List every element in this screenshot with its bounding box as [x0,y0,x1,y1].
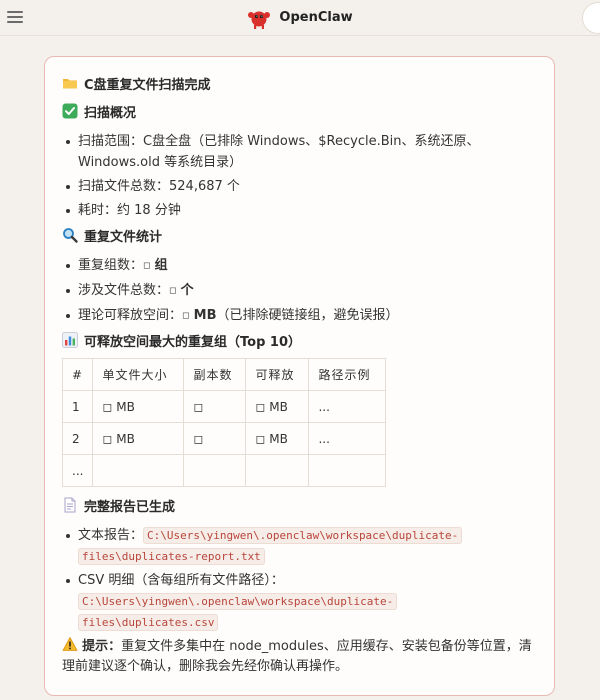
box-glyph: ◻ [182,311,190,321]
message-card: C盘重复文件扫描完成 扫描概况 扫描范围：C盘全盘（已排除 Windows、$R… [44,56,555,696]
table-cell: 2 [61,422,94,455]
folder-icon [63,79,77,89]
column-header: 单文件大小 [92,358,185,391]
stats-heading-text: 重复文件统计 [84,229,163,245]
magnifier-icon [63,228,78,243]
stats-list: 重复组数：◻ 组 涉及文件总数：◻ 个 理论可释放空间：◻ MB（已排除硬链接组… [62,255,538,327]
column-header: 路径示例 [308,358,387,391]
list-item: 扫描范围：C盘全盘（已排除 Windows、$Recycle.Bin、系统还原、… [62,131,538,173]
top-heading: 可释放空间最大的重复组（Top 10） [62,330,538,350]
table-cell: ◻ MB [245,390,310,423]
item-label: 涉及文件总数： [78,283,170,298]
column-header: 副本数 [183,358,247,391]
overview-heading-text: 扫描概况 [84,105,137,121]
item-label: 重复组数： [78,258,144,273]
report-heading: 完整报告已生成 [62,495,538,515]
tip-note: 提示：重复文件多集中在 node_modules、应用缓存、安装包备份等位置，清… [62,636,538,677]
list-item: 涉及文件总数：◻ 个 [62,280,538,302]
text-report-path[interactable]: C:\Users\yingwen\.openclaw\workspace\dup… [143,527,463,544]
csv-report-path-cont[interactable]: files\duplicates.csv [78,614,219,631]
table-cell: ◻ [183,422,247,455]
csv-report-path[interactable]: C:\Users\yingwen\.openclaw\workspace\dup… [78,593,398,610]
table-cell: ◻ MB [245,422,310,455]
list-item: CSV 明细（含每组所有文件路径）： C:\Users\yingwen\.ope… [62,570,538,633]
top-heading-text: 可释放空间最大的重复组（Top 10） [84,334,301,350]
report-list: 文本报告： C:\Users\yingwen\.openclaw\workspac… [62,525,538,633]
bar-chart-icon [62,332,78,348]
text-report-path-cont[interactable]: files\duplicates-report.txt [78,548,265,565]
item-value: 约 18 分钟 [117,203,181,218]
item-note: （已排除硬链接组，避免误报） [216,308,399,323]
table-cell: ◻ [183,390,247,423]
list-item: 重复组数：◻ 组 [62,255,538,277]
column-header: 可释放 [245,358,310,391]
table-cell: ◻ MB [92,422,185,455]
table-cell [308,454,387,487]
table-cell [183,454,247,487]
box-glyph: ◻ [143,261,151,271]
table-header-row: # 单文件大小 副本数 可释放 路径示例 [61,358,387,391]
item-unit: 个 [180,283,194,298]
box-glyph: ◻ [169,286,177,296]
top-bar: OpenClaw [0,0,600,36]
item-unit: MB [193,308,217,323]
table-cell: ... [308,422,387,455]
table-row: ... [61,454,387,487]
brand: OpenClaw [247,7,353,29]
overview-heading: 扫描概况 [62,101,538,121]
table-cell: 1 [61,390,94,423]
csv-report-label: CSV 明细（含每组所有文件路径）： [78,573,284,588]
corner-button[interactable] [582,2,600,34]
red-crab-logo-icon [248,11,271,29]
list-item: 文本报告： C:\Users\yingwen\.openclaw\workspac… [62,525,538,567]
list-item: 扫描文件总数：524,687 个 [62,176,538,197]
table-row: 2 ◻ MB ◻ ◻ MB ... [61,422,387,455]
card-title: C盘重复文件扫描完成 [62,73,538,93]
tip-label: 提示： [82,639,122,654]
top-groups-table: # 单文件大小 副本数 可释放 路径示例 1 ◻ MB ◻ ◻ MB ... 2… [61,358,387,487]
table-cell [245,454,310,487]
text-report-label: 文本报告： [78,528,144,543]
overview-list: 扫描范围：C盘全盘（已排除 Windows、$Recycle.Bin、系统还原、… [62,131,538,221]
column-header: # [61,358,94,391]
table-row: 1 ◻ MB ◻ ◻ MB ... [61,390,387,423]
document-icon [64,497,76,513]
table-cell: ◻ MB [92,390,185,423]
tip-text: 重复文件多集中在 node_modules、应用缓存、安装包备份等位置，清理前建… [62,639,532,674]
item-unit: 组 [154,258,168,273]
card-title-text: C盘重复文件扫描完成 [84,77,211,93]
item-label: 扫描范围： [78,134,144,149]
table-cell [92,454,185,487]
table-cell: ... [308,390,387,423]
list-item: 耗时：约 18 分钟 [62,200,538,221]
hamburger-menu-icon[interactable] [6,9,24,25]
item-label: 理论可释放空间： [78,308,183,323]
item-value: 524,687 个 [169,179,240,194]
item-label: 耗时： [78,203,118,218]
app-title: OpenClaw [279,10,353,25]
warning-icon [62,637,78,651]
check-mark-icon [62,103,78,119]
table-cell: ... [61,454,94,487]
report-heading-text: 完整报告已生成 [84,499,176,515]
stats-heading: 重复文件统计 [62,225,538,245]
list-item: 理论可释放空间：◻ MB（已排除硬链接组，避免误报） [62,305,538,327]
item-label: 扫描文件总数： [78,179,170,194]
